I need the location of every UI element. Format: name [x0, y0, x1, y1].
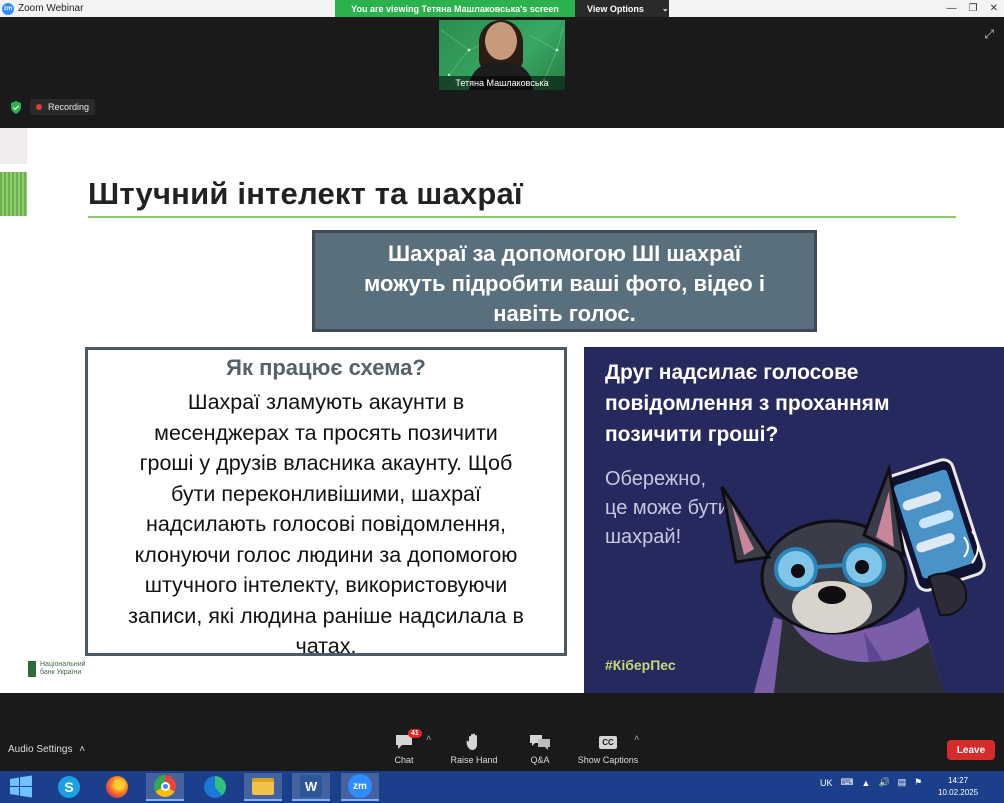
raise-hand-label: Raise Hand [450, 755, 498, 765]
clock-date: 10.02.2025 [938, 788, 979, 797]
scheme-line: бути переконливішими, шахраї [170, 481, 481, 506]
scheme-line: чатах. [295, 634, 357, 658]
title-divider [88, 216, 956, 218]
slide-green-pattern [0, 172, 27, 216]
volume-icon[interactable]: 🔊 [878, 777, 889, 788]
taskbar-file-explorer[interactable] [244, 773, 282, 801]
firefox-icon [106, 776, 128, 798]
clock-time: 14:27 [948, 776, 969, 785]
edge-icon [204, 776, 226, 798]
zoom-app-icon: zm [348, 774, 372, 798]
record-dot-icon [36, 104, 42, 110]
zoom-logo-icon: zm [2, 2, 14, 15]
show-captions-button[interactable]: CC Show Captions [576, 733, 640, 765]
view-options-button[interactable]: View Options ⌄ [575, 0, 669, 17]
raise-hand-icon [466, 733, 477, 750]
raise-hand-button[interactable]: Raise Hand [442, 733, 506, 765]
callout-line: навіть голос. [493, 301, 636, 326]
cyberpes-poster: Друг надсилає голосове повідомлення з пр… [584, 347, 1004, 693]
system-tray: UK ⌨ ▲ 🔊 ▤ ⚑ [820, 777, 922, 788]
notification-flag-icon[interactable]: ⚑ [914, 777, 922, 788]
closed-captions-icon: CC [599, 735, 617, 749]
taskbar-skype[interactable]: S [50, 773, 88, 801]
callout-box: Шахраї за допомогою ШІ шахраї можуть під… [312, 230, 817, 332]
poster-headline-line: повідомлення з проханням [605, 392, 890, 415]
scheme-body: Шахраї зламують акаунти в месенджерах та… [88, 387, 564, 662]
chevron-down-icon: ⌄ [661, 4, 669, 13]
window-title: Zoom Webinar [18, 3, 84, 14]
nbu-logo-line: Національний [40, 661, 86, 668]
restore-icon[interactable]: ❐ [969, 3, 978, 14]
chat-label: Chat [394, 755, 414, 765]
slide-decoration [0, 128, 27, 164]
shared-screen: Штучний інтелект та шахраї Шахраї за доп… [0, 128, 1004, 693]
minimize-icon[interactable]: — [947, 3, 957, 14]
slide-title: Штучний інтелект та шахраї [88, 176, 523, 211]
scheme-line: гроші у друзів власника акаунту. Щоб [139, 451, 513, 475]
skype-icon: S [58, 776, 80, 798]
poster-warning-line: Обережно, [605, 468, 707, 490]
keyboard-icon[interactable]: ⌨ [841, 777, 854, 788]
taskbar-firefox[interactable] [98, 773, 136, 801]
participant-name-label: Тетяна Машлаковська [439, 76, 565, 90]
poster-headline-line: позичити гроші? [605, 423, 779, 446]
poster-warning: Обережно, це може бути шахрай! [605, 465, 729, 552]
taskbar-zoom[interactable]: zm [341, 773, 379, 801]
scheme-box: Як працює схема? Шахраї зламують акаунти… [85, 347, 567, 658]
folder-icon [252, 777, 274, 795]
qa-label: Q&A [530, 755, 550, 765]
qa-button[interactable]: Q&A [508, 733, 572, 765]
nbu-logo: Національний банк України [28, 661, 86, 677]
poster-warning-line: шахрай! [605, 526, 682, 548]
word-icon: W [300, 775, 322, 797]
viewing-screen-banner: You are viewing Тетяна Машлаковська's sc… [335, 0, 575, 17]
security-shield-icon[interactable] [10, 101, 22, 114]
scheme-line: месенджерах та просять позичити [154, 420, 498, 445]
captions-options-chevron-up-icon[interactable]: ˄ [634, 733, 639, 743]
nbu-logo-line: банк України [40, 669, 82, 676]
callout-line: Шахраї за допомогою ШІ шахраї [387, 241, 742, 266]
view-options-label: View Options [587, 3, 644, 14]
chrome-icon [154, 775, 176, 797]
scheme-heading: Як працює схема? [226, 355, 426, 380]
audio-settings-button[interactable]: Audio Settings ˄ [8, 744, 85, 755]
nbu-mark-icon [28, 661, 36, 677]
chat-options-chevron-up-icon[interactable]: ˄ [426, 733, 431, 743]
poster-warning-line: це може бути [605, 497, 729, 519]
scheme-line: записи, які людина раніше надсилала в [128, 603, 524, 628]
window-controls: — ❐ ✕ [947, 0, 1002, 17]
close-icon[interactable]: ✕ [990, 3, 998, 14]
meeting-toolbar: Audio Settings ˄ 41 Chat ˄ Raise Hand Q&… [0, 693, 1004, 771]
taskbar-word[interactable]: W [292, 773, 330, 801]
expand-icon[interactable]: ⤢ [984, 27, 994, 42]
qa-icon [530, 735, 550, 750]
show-captions-label: Show Captions [577, 755, 639, 765]
chat-unread-badge: 41 [408, 729, 422, 738]
poster-headline: Друг надсилає голосове повідомлення з пр… [605, 357, 889, 450]
audio-settings-label: Audio Settings [8, 744, 73, 755]
poster-hashtag: #КіберПес [605, 657, 676, 673]
taskbar-edge[interactable] [196, 773, 234, 801]
dog-with-phone-illustration [720, 458, 986, 693]
language-indicator[interactable]: UK [820, 778, 833, 788]
taskbar-chrome[interactable] [146, 773, 184, 801]
recording-label: Recording [48, 102, 90, 112]
tray-chevron-up-icon[interactable]: ▲ [862, 778, 871, 788]
windows-start-icon[interactable] [6, 774, 36, 800]
network-icon[interactable]: ▤ [898, 777, 907, 788]
scheme-line: штучного інтелекту, використовуючи [144, 573, 508, 597]
poster-headline-line: Друг надсилає голосове [605, 361, 859, 384]
leave-button[interactable]: Leave [947, 740, 995, 760]
callout-line: можуть підробити ваші фото, відео і [364, 271, 765, 296]
scheme-line: надсилають голосові повідомлення, [146, 512, 506, 536]
speaker-strip: Тетяна Машлаковська ⤢ Recording [0, 17, 1004, 128]
scheme-line: клонуючи голос людини за допомогою [134, 542, 518, 567]
scheme-line: Шахраї зламують акаунти в [187, 390, 465, 414]
chevron-up-icon: ˄ [79, 744, 86, 755]
recording-indicator[interactable]: Recording [30, 99, 96, 115]
windows-taskbar: S W zm UK ⌨ ▲ 🔊 ▤ ⚑ 14:27 10.02.2025 [0, 771, 1004, 803]
taskbar-clock[interactable]: 14:27 10.02.2025 [938, 775, 978, 799]
